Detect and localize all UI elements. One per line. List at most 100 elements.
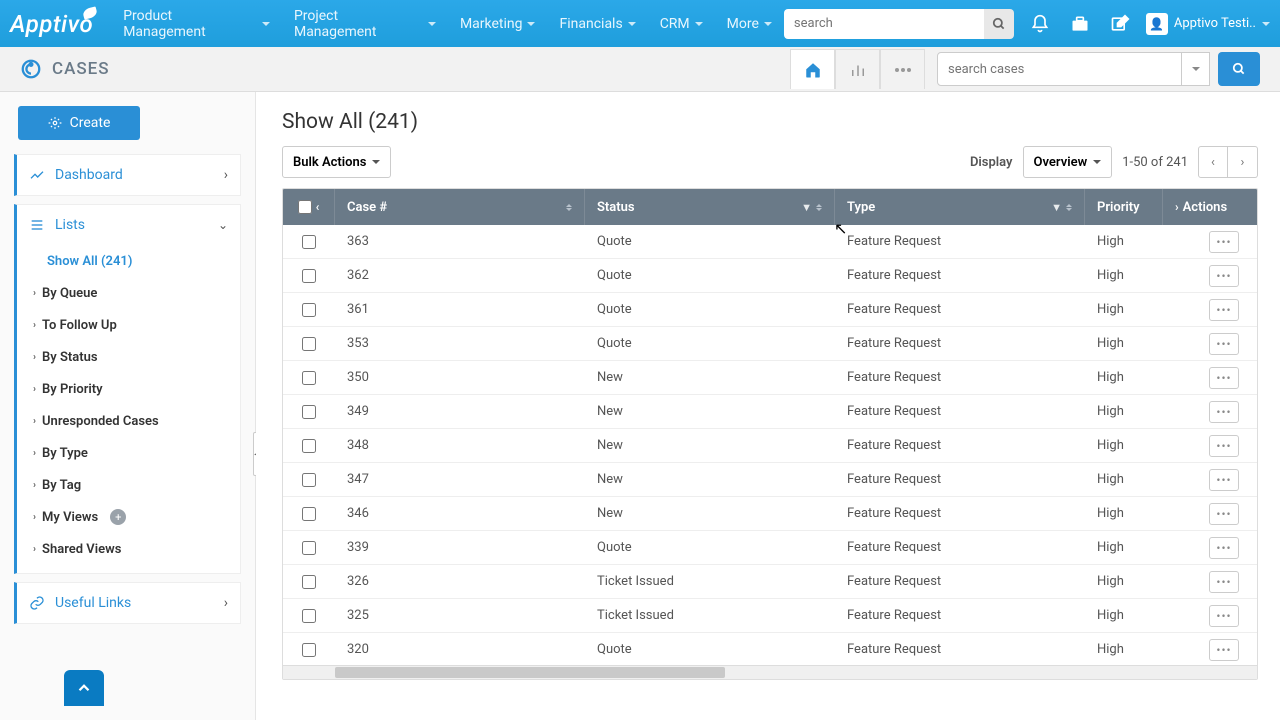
row-actions-button[interactable]: ••• [1209,299,1239,321]
table-row[interactable]: 348NewFeature RequestHigh••• [283,429,1257,463]
tab-more[interactable] [880,49,925,89]
create-button[interactable]: Create [18,106,140,140]
nav-marketing[interactable]: Marketing [448,0,548,47]
table-row[interactable]: 339QuoteFeature RequestHigh••• [283,531,1257,565]
sidebar-my-views[interactable]: ›My Views+ [33,501,240,533]
bulk-actions-button[interactable]: Bulk Actions [282,146,391,178]
sidebar-show-all[interactable]: Show All (241) [47,245,240,277]
tab-home[interactable] [790,49,835,89]
nav-financials[interactable]: Financials [547,0,647,47]
sidebar-by-priority[interactable]: ›By Priority [33,373,240,405]
row-checkbox[interactable] [302,507,316,521]
user-menu[interactable]: 👤 Apptivo Testi.. [1146,13,1270,35]
notifications-button[interactable] [1026,10,1054,38]
sidebar-sub-label: Shared Views [42,542,121,557]
table-row[interactable]: 346NewFeature RequestHigh••• [283,497,1257,531]
page-prev-button[interactable]: ‹ [1198,146,1228,178]
chevron-right-icon[interactable]: › [1175,200,1179,214]
page-next-button[interactable]: › [1228,146,1258,178]
select-all-checkbox[interactable] [298,200,312,214]
table-row[interactable]: 363QuoteFeature RequestHigh••• [283,225,1257,259]
sidebar-by-queue[interactable]: ›By Queue [33,277,240,309]
sidebar-item-lists[interactable]: Lists ⌄ [17,205,240,245]
table-row[interactable]: 362QuoteFeature RequestHigh••• [283,259,1257,293]
nav-project-management[interactable]: Project Management [282,0,448,47]
sidebar-item-dashboard[interactable]: Dashboard › [17,155,240,195]
col-priority[interactable]: Priority [1085,189,1163,225]
tab-reports[interactable] [835,49,880,89]
table-row[interactable]: 361QuoteFeature RequestHigh••• [283,293,1257,327]
row-checkbox[interactable] [302,439,316,453]
table-row[interactable]: 326Ticket IssuedFeature RequestHigh••• [283,565,1257,599]
scroll-top-button[interactable] [64,670,104,706]
table-row[interactable]: 349NewFeature RequestHigh••• [283,395,1257,429]
table-row[interactable]: 353QuoteFeature RequestHigh••• [283,327,1257,361]
col-case-number[interactable]: Case # [335,189,585,225]
row-actions-button[interactable]: ••• [1209,367,1239,389]
sidebar-to-follow-up[interactable]: ›To Follow Up [33,309,240,341]
apps-button[interactable] [1066,10,1094,38]
sidebar-by-status[interactable]: ›By Status [33,341,240,373]
nav-crm[interactable]: CRM [648,0,715,47]
sidebar-unresponded[interactable]: ›Unresponded Cases [33,405,240,437]
row-checkbox[interactable] [302,269,316,283]
col-status[interactable]: Status▼ [585,189,835,225]
row-actions-button[interactable]: ••• [1209,333,1239,355]
sidebar-shared-views[interactable]: ›Shared Views [33,533,240,565]
global-search-button[interactable] [984,9,1014,39]
row-actions-button[interactable]: ••• [1209,435,1239,457]
filter-icon[interactable]: ▼ [801,201,812,214]
row-checkbox[interactable] [302,405,316,419]
cell-priority: High [1085,404,1163,419]
logo[interactable]: Apptivo [10,10,111,38]
module-search-input[interactable] [937,52,1182,86]
row-actions-button[interactable]: ••• [1209,503,1239,525]
table-row[interactable]: 350NewFeature RequestHigh••• [283,361,1257,395]
row-checkbox[interactable] [302,371,316,385]
nav-more[interactable]: More [715,0,784,47]
row-checkbox[interactable] [302,337,316,351]
row-actions-button[interactable]: ••• [1209,537,1239,559]
col-type[interactable]: Type▼ [835,189,1085,225]
row-actions-button[interactable]: ••• [1209,231,1239,253]
sidebar-by-type[interactable]: ›By Type [33,437,240,469]
cell-actions: ••• [1163,333,1257,355]
module-search-button[interactable] [1218,52,1260,86]
cell-checkbox [283,643,335,657]
nav-product-management[interactable]: Product Management [111,0,282,47]
row-checkbox[interactable] [302,303,316,317]
chevron-right-icon: › [33,512,36,523]
compose-button[interactable] [1106,10,1134,38]
horizontal-scrollbar[interactable] [283,665,1257,679]
table-row[interactable]: 347NewFeature RequestHigh••• [283,463,1257,497]
row-actions-button[interactable]: ••• [1209,469,1239,491]
sidebar-by-tag[interactable]: ›By Tag [33,469,240,501]
row-checkbox[interactable] [302,643,316,657]
cell-checkbox [283,235,335,249]
table-row[interactable]: 325Ticket IssuedFeature RequestHigh••• [283,599,1257,633]
row-checkbox[interactable] [302,575,316,589]
cell-checkbox [283,303,335,317]
search-dropdown[interactable] [1182,52,1210,86]
row-actions-button[interactable]: ••• [1209,401,1239,423]
table-row[interactable]: 320QuoteFeature RequestHigh••• [283,633,1257,665]
row-checkbox[interactable] [302,541,316,555]
cell-checkbox [283,405,335,419]
add-view-button[interactable]: + [110,509,126,525]
search-icon [1232,62,1246,76]
scrollbar-thumb[interactable] [335,667,725,678]
top-right: 👤 Apptivo Testi.. [784,9,1270,39]
chevron-right-icon: › [224,595,228,611]
row-actions-button[interactable]: ••• [1209,265,1239,287]
global-search-input[interactable] [784,9,984,39]
chevron-left-icon[interactable]: ‹ [316,200,320,214]
row-checkbox[interactable] [302,473,316,487]
row-checkbox[interactable] [302,609,316,623]
display-overview-button[interactable]: Overview [1023,146,1113,178]
row-actions-button[interactable]: ••• [1209,605,1239,627]
filter-icon[interactable]: ▼ [1051,201,1062,214]
sidebar-item-useful-links[interactable]: Useful Links › [17,583,240,623]
row-actions-button[interactable]: ••• [1209,639,1239,661]
row-checkbox[interactable] [302,235,316,249]
row-actions-button[interactable]: ••• [1209,571,1239,593]
